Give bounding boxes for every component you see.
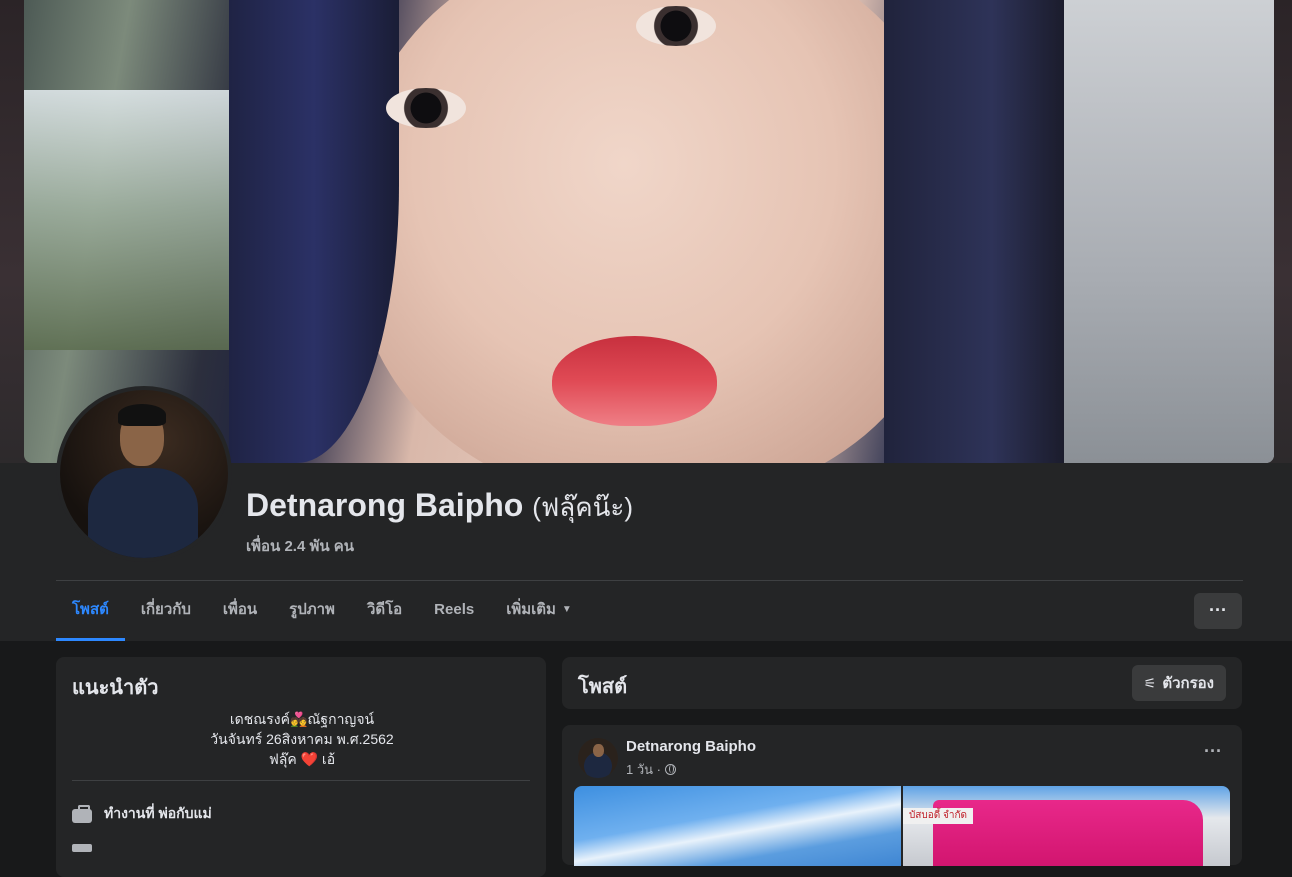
tab-reels[interactable]: Reels [418, 581, 490, 641]
cover-photo[interactable] [24, 0, 1274, 463]
post-photo-sign: บัสบอดี้ จำกัด [903, 808, 973, 824]
filter-label: ตัวกรอง [1162, 675, 1214, 692]
cover-photo-hair-right [884, 0, 1064, 463]
profile-name-block: Detnarong Baipho (ฟลุ๊คน๊ะ) เพื่อน 2.4 พ… [246, 487, 633, 558]
intro-work-row: ทำงานที่ พ่อกับแม่ [72, 803, 212, 825]
intro-work-text: ทำงานที่ พ่อกับแม่ [104, 805, 212, 821]
tab-photos[interactable]: รูปภาพ [273, 581, 351, 641]
tab-more-label: เพิ่มเติม [506, 601, 556, 618]
cover-photo-eye-left [386, 88, 466, 128]
tab-videos[interactable]: วิดีโอ [351, 581, 418, 641]
profile-name-text: Detnarong Baipho [246, 487, 524, 523]
profile-header: Detnarong Baipho (ฟลุ๊คน๊ะ) เพื่อน 2.4 พ… [0, 0, 1292, 641]
tab-posts[interactable]: โพสต์ [56, 581, 125, 641]
profile-picture[interactable] [56, 386, 232, 562]
avatar-shirt [88, 468, 198, 558]
cover-photo-window [24, 90, 254, 350]
post-time[interactable]: 1 วัน · [626, 759, 661, 780]
post-photo-grid: บัสบอดี้ จำกัด [574, 786, 1230, 866]
intro-card: แนะนำตัว เดชณรงค์💑ณัฐกาญจน์ วันจันทร์ 26… [56, 657, 546, 877]
cover-photo-seat [1044, 0, 1274, 463]
bio-line: ฟลุ๊ค ❤️ เอ้ [268, 751, 336, 767]
cover-photo-eye-right [636, 6, 716, 46]
profile-name: Detnarong Baipho (ฟลุ๊คน๊ะ) [246, 487, 633, 528]
tab-friends[interactable]: เพื่อน [207, 581, 273, 641]
avatar-hair [118, 404, 166, 426]
filter-button[interactable]: ⚟ ตัวกรอง [1131, 665, 1226, 701]
profile-alt-name: (ฟลุ๊คน๊ะ) [532, 492, 634, 522]
intro-bio: เดชณรงค์💑ณัฐกาญจน์ วันจันทร์ 26สิงหาคม พ… [72, 709, 532, 769]
briefcase-icon [72, 805, 92, 823]
post-more-button[interactable]: ··· [1204, 741, 1222, 762]
friends-count[interactable]: เพื่อน 2.4 พัน คน [246, 534, 633, 558]
cover-photo-lips [552, 336, 717, 426]
post-card: Detnarong Baipho 1 วัน · ··· บัสบอดี้ จำ… [562, 725, 1242, 866]
tab-about[interactable]: เกี่ยวกับ [125, 581, 207, 641]
bio-line: เดชณรงค์💑ณัฐกาญจน์ [229, 711, 375, 727]
posts-title: โพสต์ [578, 676, 628, 698]
post-photo-bus [933, 800, 1203, 866]
post-author-avatar[interactable] [578, 738, 618, 778]
post-photo-1[interactable] [574, 786, 901, 866]
posts-header: โพสต์ ⚟ ตัวกรอง [562, 657, 1242, 709]
chevron-down-icon: ▼ [561, 604, 572, 616]
intro-next-row-icon [72, 844, 92, 852]
globe-icon [664, 764, 676, 775]
cover-photo-hair-left [229, 0, 399, 463]
profile-more-button[interactable]: ··· [1194, 593, 1242, 629]
post-photo-2[interactable]: บัสบอดี้ จำกัด [903, 786, 1230, 866]
intro-divider [72, 780, 530, 781]
tab-more[interactable]: เพิ่มเติม ▼ [490, 581, 588, 641]
post-meta: 1 วัน · [626, 759, 676, 780]
bio-line: วันจันทร์ 26สิงหาคม พ.ศ.2562 [210, 731, 394, 747]
profile-tabs: โพสต์ เกี่ยวกับ เพื่อน รูปภาพ วิดีโอ Ree… [56, 581, 588, 641]
post-author-name[interactable]: Detnarong Baipho [626, 738, 756, 755]
profile-avatar [60, 390, 228, 558]
filter-icon: ⚟ [1143, 674, 1157, 691]
intro-title: แนะนำตัว [72, 677, 159, 699]
